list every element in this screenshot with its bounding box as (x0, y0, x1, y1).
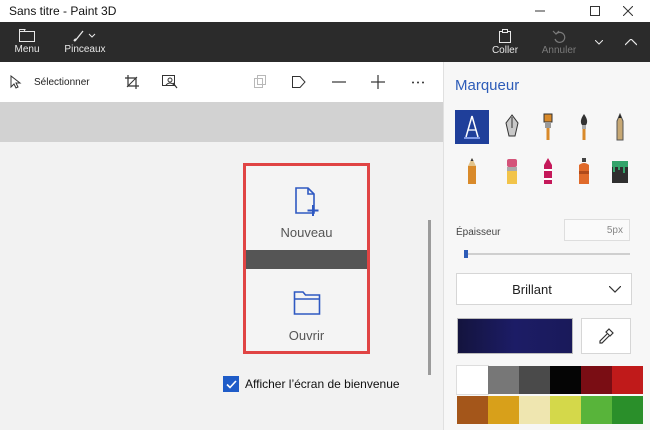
watercolor-icon (580, 114, 588, 140)
color-swatch[interactable] (550, 366, 581, 394)
undo-icon (552, 30, 566, 43)
copy-3d-button[interactable] (250, 72, 270, 92)
collapse-toolbar-button[interactable] (616, 22, 646, 62)
eyedropper-icon (599, 328, 614, 344)
minus-icon (332, 81, 346, 83)
fill-bucket-icon (612, 161, 628, 183)
canvas-top-strip (0, 102, 443, 142)
color-swatch[interactable] (456, 365, 489, 395)
eraser-brush[interactable] (495, 154, 529, 188)
panel-title: Marqueur (455, 77, 520, 94)
chevron-up-icon (625, 38, 637, 45)
finish-dropdown[interactable]: Brillant (456, 273, 632, 305)
finish-value: Brillant (512, 282, 552, 297)
select-label: Sélectionner (34, 76, 90, 88)
more-options-button[interactable] (408, 72, 428, 92)
pixel-pen-brush[interactable] (603, 110, 637, 144)
undo-button[interactable]: Annuler (538, 22, 580, 62)
copy-shape-icon (254, 75, 266, 88)
brushes-tab[interactable]: Pinceaux (60, 22, 110, 62)
checkmark-icon (225, 379, 237, 389)
brushes-label: Pinceaux (64, 44, 106, 55)
thickness-input[interactable]: 5px (564, 219, 630, 241)
color-swatch[interactable] (612, 396, 643, 424)
menu-label: Menu (14, 44, 40, 55)
chevron-down-icon (595, 39, 603, 45)
clipboard-icon (499, 28, 511, 43)
pencil-brush[interactable] (455, 154, 489, 188)
paste-label: Coller (491, 44, 519, 56)
color-swatch[interactable] (519, 366, 550, 394)
spray-can-icon (579, 158, 589, 184)
pencil-icon (468, 158, 476, 184)
eyedropper-button[interactable] (581, 318, 631, 354)
close-button[interactable] (606, 0, 650, 22)
calligraphy-pen-brush[interactable] (495, 110, 529, 144)
select-button[interactable]: Sélectionner (10, 74, 90, 90)
marker-brush[interactable] (455, 110, 489, 144)
spray-can-brush[interactable] (567, 154, 601, 188)
highlight-frame (243, 163, 370, 354)
undo-dropdown-button[interactable] (590, 22, 608, 62)
brush-panel: Marqueur Épaisseur 5px Brillant (443, 62, 650, 430)
minimize-button[interactable] (518, 0, 562, 22)
minimize-icon (535, 10, 545, 12)
sticker-button[interactable] (289, 72, 309, 92)
crayon-brush[interactable] (531, 154, 565, 188)
color-swatch[interactable] (488, 396, 519, 424)
crop-button[interactable] (122, 72, 142, 92)
eraser-icon (507, 159, 517, 184)
cursor-icon (10, 75, 22, 89)
color-swatch[interactable] (581, 396, 612, 424)
magic-select-button[interactable] (160, 72, 180, 92)
color-swatch[interactable] (519, 396, 550, 424)
color-swatch[interactable] (612, 366, 643, 394)
calligraphy-pen-icon (505, 114, 519, 137)
magic-select-icon (162, 75, 178, 89)
fill-bucket-brush[interactable] (603, 154, 637, 188)
zoom-out-button[interactable] (329, 72, 349, 92)
color-swatch[interactable] (550, 396, 581, 424)
tag-icon (292, 76, 306, 88)
crayon-icon (544, 158, 552, 184)
marker-icon (464, 115, 480, 139)
oil-brush[interactable] (531, 110, 565, 144)
thickness-slider[interactable] (465, 253, 630, 255)
close-icon (623, 6, 633, 16)
thickness-label: Épaisseur (456, 227, 501, 238)
brush-chevron-icon (73, 30, 96, 42)
secondary-toolbar: Sélectionner (0, 62, 443, 103)
main-toolbar: Menu Pinceaux Coller Annuler (0, 22, 650, 62)
show-welcome-checkbox[interactable] (223, 376, 239, 392)
menu-button[interactable]: Menu (8, 22, 46, 62)
undo-label: Annuler (541, 44, 577, 56)
title-bar: Sans titre - Paint 3D (0, 0, 650, 22)
zoom-in-button[interactable] (368, 72, 388, 92)
watercolor-brush[interactable] (567, 110, 601, 144)
window-title: Sans titre - Paint 3D (9, 4, 117, 18)
color-swatch[interactable] (581, 366, 612, 394)
folder-icon (19, 29, 35, 42)
maximize-icon (590, 6, 600, 16)
crop-icon (125, 75, 139, 89)
plus-icon (371, 75, 385, 89)
color-swatch[interactable] (488, 366, 519, 394)
oil-brush-icon (543, 113, 553, 140)
thickness-slider-thumb[interactable] (464, 250, 468, 258)
paste-button[interactable]: Coller (488, 22, 522, 62)
pixel-pen-icon (616, 113, 624, 141)
show-welcome-label: Afficher l’écran de bienvenue (245, 377, 400, 391)
ellipsis-icon (412, 81, 424, 83)
current-color-swatch[interactable] (457, 318, 573, 354)
vertical-scrollbar[interactable] (428, 220, 431, 375)
color-swatch[interactable] (457, 396, 488, 424)
chevron-down-icon (609, 286, 621, 293)
